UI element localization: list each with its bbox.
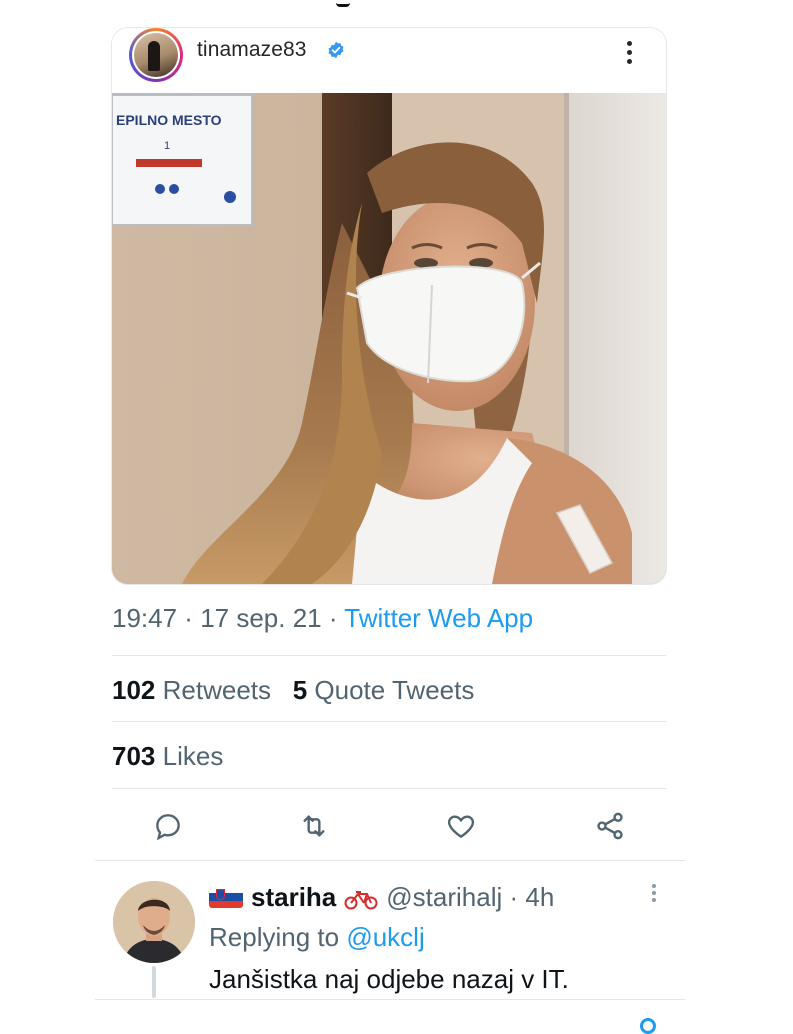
reply-handle[interactable]: @starihalj bbox=[386, 882, 502, 912]
retweet-stats: 102 Retweets 5 Quote Tweets bbox=[112, 675, 474, 706]
like-stats: 703 Likes bbox=[112, 741, 223, 772]
reply-text: Janšistka naj odjebe nazaj v IT. bbox=[209, 964, 569, 994]
divider bbox=[112, 721, 666, 722]
divider bbox=[95, 860, 685, 861]
divider bbox=[112, 655, 666, 656]
replying-to-mention[interactable]: @ukclj bbox=[346, 922, 424, 952]
verified-badge-icon bbox=[328, 41, 344, 59]
reply-icon[interactable] bbox=[148, 806, 188, 846]
more-vertical-icon[interactable] bbox=[619, 38, 639, 68]
sign-text-line2: 1 bbox=[164, 140, 170, 152]
sign-text-line1: EPILNO MESTO bbox=[116, 112, 222, 128]
instagram-username[interactable]: tinamaze83 bbox=[197, 38, 307, 62]
cropped-icon-remnant bbox=[640, 1018, 656, 1034]
slovenia-flag-icon bbox=[209, 886, 243, 909]
share-icon[interactable] bbox=[590, 806, 630, 846]
instagram-post-header: tinamaze83 bbox=[112, 28, 666, 94]
reply-header: stariha @starihalj · 4h bbox=[209, 882, 554, 916]
reply-author-avatar[interactable] bbox=[113, 881, 195, 963]
quote-tweets-link[interactable]: 5 Quote Tweets bbox=[293, 675, 475, 705]
instagram-post-photo: EPILNO MESTO 1 bbox=[112, 93, 666, 584]
reply-age[interactable]: 4h bbox=[525, 882, 554, 912]
bicycle-icon bbox=[344, 891, 378, 910]
tweet-time[interactable]: 19:47 bbox=[112, 603, 177, 633]
cropped-text-remnant bbox=[336, 0, 350, 7]
like-icon[interactable] bbox=[441, 806, 481, 846]
retweets-link[interactable]: 102 Retweets bbox=[112, 675, 271, 705]
tweet-date[interactable]: 17 sep. 21 bbox=[200, 603, 321, 633]
divider bbox=[95, 999, 685, 1000]
more-vertical-icon[interactable] bbox=[651, 884, 657, 906]
thread-connector-line bbox=[152, 966, 156, 998]
tweet-timestamp: 19:47 · 17 sep. 21 · Twitter Web App bbox=[112, 603, 534, 633]
divider bbox=[112, 788, 666, 789]
tweet-source-link[interactable]: Twitter Web App bbox=[344, 603, 533, 633]
instagram-embed-card[interactable]: tinamaze83 EPILNO MESTO 1 bbox=[112, 28, 666, 584]
tweet-action-bar bbox=[112, 806, 666, 846]
reply-display-name[interactable]: stariha bbox=[251, 882, 336, 912]
replying-to: Replying to @ukclj bbox=[209, 922, 425, 952]
likes-link[interactable]: 703 Likes bbox=[112, 741, 223, 771]
retweet-icon[interactable] bbox=[294, 806, 334, 846]
profile-avatar[interactable] bbox=[129, 28, 183, 82]
